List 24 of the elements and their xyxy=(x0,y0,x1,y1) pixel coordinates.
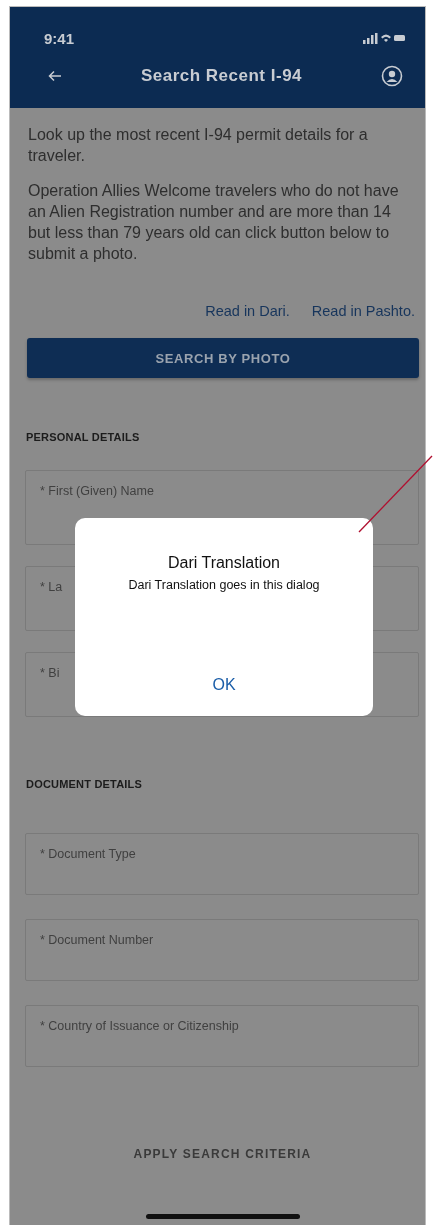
screen-title: Search Recent I-94 xyxy=(140,66,303,86)
intro-paragraph: Look up the most recent I-94 permit details for a traveler. xyxy=(28,125,369,166)
field-label: * La xyxy=(40,580,63,594)
status-icons xyxy=(363,32,405,44)
field-label: * Country of Issuance or Citizenship xyxy=(40,1019,239,1033)
dialog-title: Dari Translation xyxy=(167,554,280,572)
back-arrow-icon[interactable] xyxy=(48,70,62,82)
search-by-photo-button[interactable]: SEARCH BY PHOTO xyxy=(27,338,419,378)
profile-icon[interactable] xyxy=(381,65,403,87)
field-label: * Bi xyxy=(40,666,60,680)
input-field[interactable]: * Document Type xyxy=(25,833,419,895)
ok-button[interactable]: OK xyxy=(202,672,246,698)
input-field[interactable]: * Country of Issuance or Citizenship xyxy=(25,1005,419,1067)
section-title: DOCUMENT DETAILS xyxy=(26,778,144,790)
translation-link[interactable]: Read in Dari. xyxy=(205,303,290,319)
field-label: * Document Type xyxy=(40,847,136,861)
translation-link[interactable]: Read in Pashto. xyxy=(311,303,415,319)
status-time: 9:41 xyxy=(44,29,75,47)
input-field[interactable]: * Document Number xyxy=(25,919,419,981)
intro-paragraph: Operation Allies Welcome travelers who do not have an Alien Registration number and are more than 14 but less than 79 years old can click button below to submit a photo. xyxy=(28,181,400,264)
dialog-message: Dari Translation goes in this dialog xyxy=(128,578,320,592)
section-title: PERSONAL DETAILS xyxy=(26,431,141,443)
field-label: * Document Number xyxy=(40,933,154,947)
field-label: * First (Given) Name xyxy=(40,484,154,498)
